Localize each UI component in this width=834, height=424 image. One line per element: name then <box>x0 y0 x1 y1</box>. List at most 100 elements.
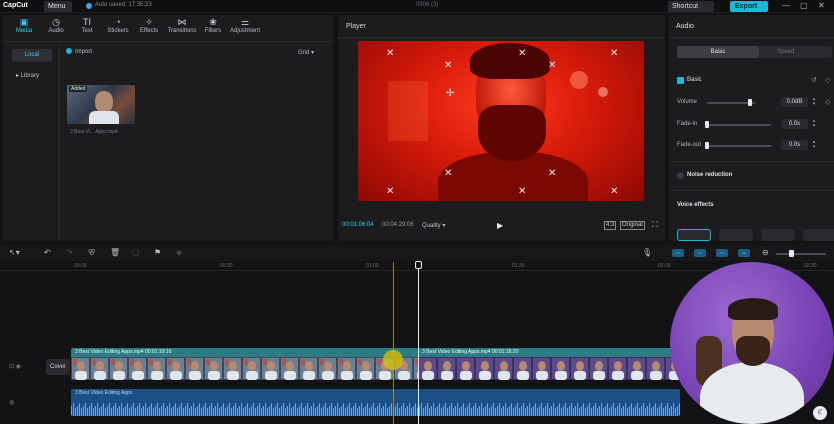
volume-slider-knob[interactable] <box>748 99 752 106</box>
crop-handle-icon[interactable]: ✕ <box>610 187 618 197</box>
crop-handle-icon[interactable]: ✕ <box>386 49 394 59</box>
export-button[interactable]: Export <box>730 1 768 12</box>
redo-icon[interactable]: ↷ <box>66 248 73 258</box>
crop-handle-icon[interactable]: ✕ <box>518 49 526 59</box>
crop-handle-icon[interactable]: ✕ <box>610 49 618 59</box>
import-button[interactable]: Import <box>66 48 92 55</box>
voice-effect-option[interactable] <box>761 229 795 241</box>
tab-speed[interactable]: Speed <box>777 46 794 58</box>
aspect-ratio-icon[interactable]: 4:3 <box>604 221 617 230</box>
tab-basic[interactable]: Basic <box>677 46 759 58</box>
effects-icon: ✧ <box>145 17 153 27</box>
crop-handle-icon[interactable]: ✕ <box>386 187 394 197</box>
noise-reduction-toggle[interactable] <box>677 172 684 179</box>
zoom-slider[interactable] <box>776 253 826 255</box>
ruler-tick: 02:00 <box>658 263 671 269</box>
close-button[interactable]: ✕ <box>818 1 825 10</box>
tab-text[interactable]: TI Text <box>72 17 102 34</box>
fadein-slider-knob[interactable] <box>705 121 709 128</box>
tab-transitions[interactable]: ⋈ Transitions <box>165 17 199 34</box>
fadein-slider[interactable] <box>707 124 771 126</box>
crop-handle-icon[interactable]: ✕ <box>548 61 556 71</box>
shortcut-button[interactable]: Shortcut <box>668 1 714 12</box>
media-thumbnail[interactable]: Added <box>67 85 135 124</box>
audio-track-icon[interactable]: ◍ <box>9 399 14 406</box>
volume-stepper-icon[interactable]: ▴ ▾ <box>811 97 817 107</box>
tab-filters[interactable]: ❀ Filters <box>198 17 228 34</box>
shield-icon[interactable]: ◈ <box>176 248 182 258</box>
reset-icon[interactable]: ↺ <box>811 76 817 84</box>
undo-icon[interactable]: ↶ <box>44 248 51 258</box>
maximize-button[interactable]: ▢ <box>800 1 808 10</box>
clip-filmstrip <box>418 357 680 380</box>
video-preview[interactable]: ✕ ✕ ✕ ✕ ✕ ✢ ✕ ✕ ✕ ✕ ✕ <box>358 41 644 201</box>
cover-button[interactable]: Cover <box>46 359 70 375</box>
menu-button[interactable]: Menu <box>44 1 72 12</box>
crop-handle-icon[interactable]: ✕ <box>518 187 526 197</box>
snap-icon[interactable]: ⇔ <box>694 249 706 257</box>
tab-divider <box>3 41 333 42</box>
fadeout-slider-knob[interactable] <box>705 142 709 149</box>
split-icon[interactable]: ꕢ <box>88 248 96 258</box>
link-icon[interactable]: ⇔ <box>672 249 684 257</box>
crop-handle-icon[interactable]: ✕ <box>444 61 452 71</box>
fullscreen-icon[interactable]: ⛶ <box>652 220 658 230</box>
keyframe-icon[interactable]: ◇ <box>825 98 830 106</box>
tab-audio[interactable]: ◷ Audio <box>41 17 71 34</box>
audio-panel: Audio Basic Speed Basic ↺ ◇ Volume 0.0dB… <box>669 15 834 241</box>
center-handle-icon[interactable]: ✢ <box>446 89 454 99</box>
tab-label: Filters <box>204 28 222 34</box>
playhead[interactable] <box>418 262 419 424</box>
main-track-icon[interactable]: ⇔ <box>738 249 750 257</box>
fadeout-slider[interactable] <box>707 145 771 147</box>
volume-value[interactable]: 0.0dB <box>781 97 808 107</box>
fadein-value[interactable]: 0.0s <box>781 119 808 129</box>
original-ratio-button[interactable]: Original <box>620 221 645 230</box>
minimize-button[interactable]: — <box>782 1 790 10</box>
tab-label: Transitions <box>167 28 197 34</box>
voice-effect-option[interactable] <box>677 229 711 241</box>
crop-handle-icon[interactable]: ✕ <box>548 169 556 179</box>
zoom-out-icon[interactable]: ⊖ <box>762 248 769 258</box>
audio-clip[interactable]: 3 Best Video Editing Apps <box>71 389 680 416</box>
grid-view-button[interactable]: Grid ▾ <box>298 49 314 56</box>
fadeout-value[interactable]: 0.0s <box>781 140 808 150</box>
preview-axis-icon[interactable]: ⇔ <box>716 249 728 257</box>
playhead-handle[interactable] <box>415 261 422 269</box>
project-name: 0906 (3) <box>416 2 439 8</box>
track-lock-icon[interactable]: ⊡ ◉ <box>9 363 21 370</box>
mouse-cursor-highlight <box>383 350 403 370</box>
play-icon[interactable]: ▶ <box>497 221 503 230</box>
fadein-stepper-icon[interactable]: ▴ ▾ <box>811 119 817 129</box>
import-label: Import <box>75 49 93 55</box>
tab-label: Audio <box>48 28 64 34</box>
section-divider <box>669 161 834 162</box>
tab-label: Adjustment <box>229 28 260 34</box>
crop-handle-icon[interactable]: ✕ <box>444 169 452 179</box>
player-controls: 00:01:06:04 00:04:29:06 Quality ▾ ▶ 4:3 … <box>338 219 665 235</box>
basic-checkbox[interactable] <box>677 77 684 84</box>
filters-icon: ❀ <box>209 17 217 27</box>
tab-effects[interactable]: ✧ Effects <box>134 17 164 34</box>
delete-icon[interactable]: 🗑 <box>110 248 120 258</box>
bokeh-light <box>598 87 608 97</box>
tab-stickers[interactable]: ◔ Stickers <box>103 17 133 34</box>
tab-media[interactable]: ▣ Media <box>9 17 39 34</box>
freeze-icon[interactable]: ▢ <box>132 248 140 258</box>
marker-icon[interactable]: ⚑ <box>154 248 161 258</box>
select-tool-icon[interactable]: ↖▾ <box>9 248 20 258</box>
sidebar-item-local[interactable]: Local <box>12 49 52 62</box>
thumb-shirt <box>89 111 119 124</box>
fadeout-stepper-icon[interactable]: ▴ ▾ <box>811 140 817 150</box>
tab-adjustment[interactable]: ⚌ Adjustment <box>227 17 263 34</box>
video-clip[interactable]: 3 Best Video Editing Apps.mp4 00:01:18:2… <box>418 348 680 380</box>
voice-effect-option[interactable] <box>803 229 834 241</box>
video-clip[interactable]: 3 Best Video Editing Apps.mp4 00:01:10:1… <box>71 348 418 380</box>
zoom-slider-knob[interactable] <box>789 250 794 257</box>
keyframe-icon[interactable]: ◇ <box>825 76 830 84</box>
quality-dropdown[interactable]: Quality ▾ <box>422 222 445 229</box>
voice-effect-option[interactable] <box>719 229 753 241</box>
audio-panel-title: Audio <box>676 23 694 30</box>
sidebar-item-library[interactable]: ▸ Library <box>12 70 52 83</box>
microphone-icon[interactable]: 🎙 <box>642 248 652 258</box>
